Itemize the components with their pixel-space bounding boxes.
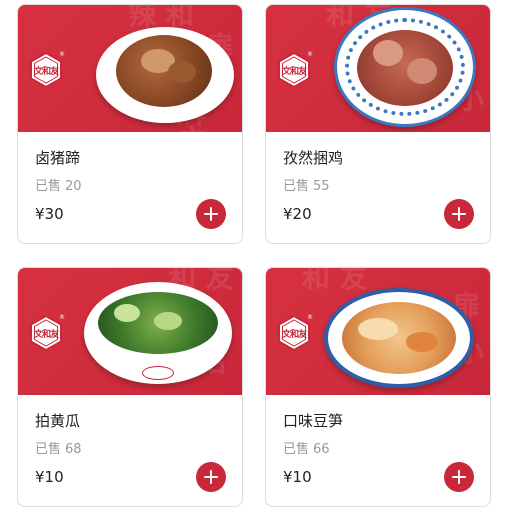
sold-count: 已售 55 xyxy=(283,179,330,194)
product-name: 孜然捆鸡 xyxy=(283,149,344,167)
add-to-cart-button[interactable] xyxy=(444,462,474,492)
product-name: 口味豆笋 xyxy=(283,412,344,430)
sold-count: 已售 68 xyxy=(35,442,82,457)
product-card[interactable]: 和 友 扉 招 文和友 ® 拍黄瓜 已售68 ¥10 xyxy=(17,267,243,507)
brand-logo: 文和友 ® xyxy=(27,51,65,89)
product-card[interactable]: 辣 和 友 扉 小 招 牌 文 文和友 ® 卤猪蹄 已售20 ¥30 xyxy=(17,4,243,244)
sold-count: 已售 66 xyxy=(283,442,330,457)
sold-count: 已售 20 xyxy=(35,179,82,194)
add-to-cart-button[interactable] xyxy=(444,199,474,229)
product-card[interactable]: 和 友 扉 小 文和友 ® 孜然捆鸡 已售55 ¥20 xyxy=(265,4,491,244)
product-price: ¥20 xyxy=(283,205,312,223)
brand-logo: 文和友 ® xyxy=(27,314,65,352)
brand-logo: 文和友 ® xyxy=(275,51,313,89)
add-to-cart-button[interactable] xyxy=(196,462,226,492)
brand-logo: 文和友 ® xyxy=(275,314,313,352)
product-image[interactable]: 和 友 扉 小 文和友 ® xyxy=(266,268,490,395)
product-image[interactable]: 辣 和 友 扉 小 招 牌 文 文和友 ® xyxy=(18,5,242,132)
product-name: 拍黄瓜 xyxy=(35,412,81,430)
product-price: ¥10 xyxy=(35,468,64,486)
product-price: ¥30 xyxy=(35,205,64,223)
product-image[interactable]: 和 友 扉 小 文和友 ® xyxy=(266,5,490,132)
product-name: 卤猪蹄 xyxy=(35,149,81,167)
product-price: ¥10 xyxy=(283,468,312,486)
add-to-cart-button[interactable] xyxy=(196,199,226,229)
product-card[interactable]: 和 友 扉 小 文和友 ® 口味豆笋 已售66 ¥10 xyxy=(265,267,491,507)
product-image[interactable]: 和 友 扉 招 文和友 ® xyxy=(18,268,242,395)
